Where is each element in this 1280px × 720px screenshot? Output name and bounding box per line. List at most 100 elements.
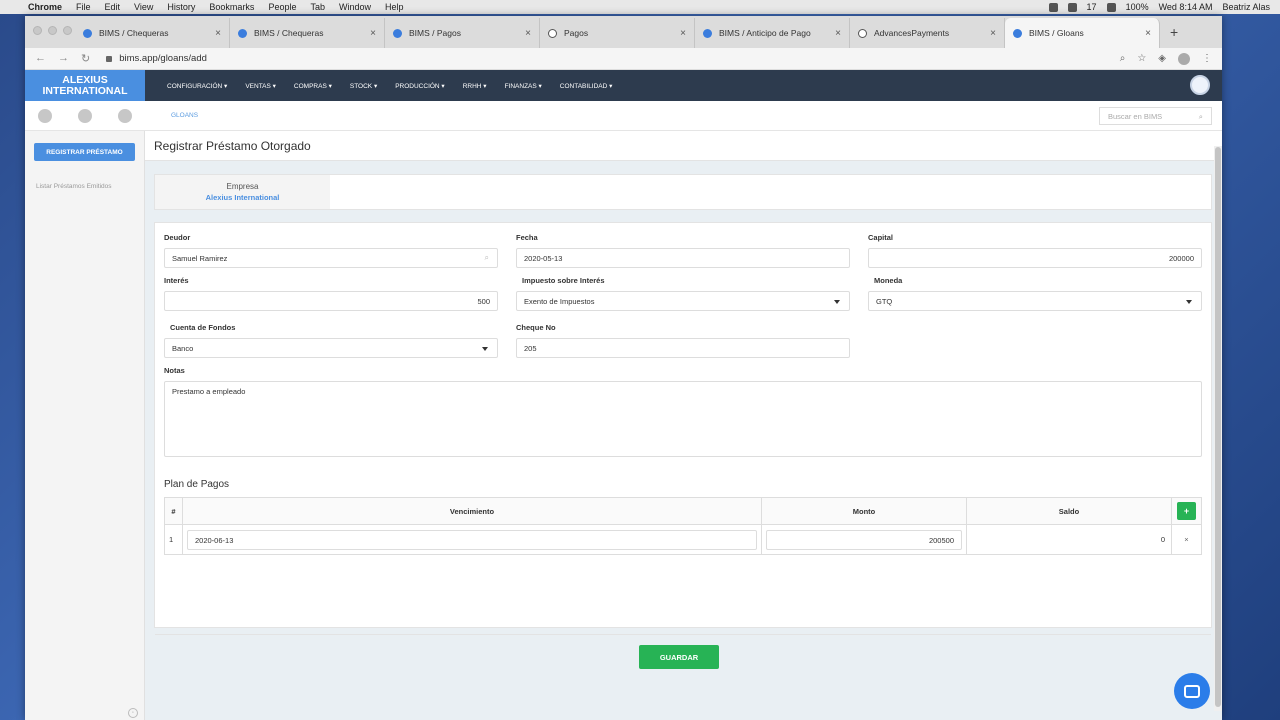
- close-tab-icon[interactable]: ×: [370, 28, 376, 39]
- reload-icon[interactable]: ↻: [81, 52, 90, 65]
- scrollbar-thumb[interactable]: [1215, 147, 1221, 707]
- moneda-select[interactable]: GTQ: [868, 291, 1202, 311]
- nav-contabilidad[interactable]: CONTABILIDAD ▾: [560, 82, 613, 90]
- browser-tab-active[interactable]: BIMS / Gloans ×: [1005, 18, 1160, 48]
- menu-chrome[interactable]: Chrome: [28, 2, 62, 12]
- menu-view[interactable]: View: [134, 2, 153, 12]
- user-avatar[interactable]: [1190, 75, 1210, 95]
- cheque-field[interactable]: 205: [516, 338, 850, 358]
- minimize-window-icon[interactable]: [48, 26, 57, 35]
- close-tab-icon[interactable]: ×: [1145, 28, 1151, 39]
- add-circle-icon[interactable]: [118, 108, 132, 123]
- table-row: 1 2020-06-13 200500 0 ×: [164, 524, 1202, 555]
- nav-stock[interactable]: STOCK ▾: [350, 82, 377, 90]
- menu-history[interactable]: History: [167, 2, 195, 12]
- menu-window[interactable]: Window: [339, 2, 371, 12]
- brand-logo[interactable]: ALEXIUS INTERNATIONAL: [25, 70, 145, 101]
- close-tab-icon[interactable]: ×: [525, 28, 531, 39]
- menu-bookmarks[interactable]: Bookmarks: [209, 2, 254, 12]
- url-field[interactable]: bims.app/gloans/add: [106, 53, 1120, 64]
- close-tab-icon[interactable]: ×: [990, 28, 996, 39]
- bims-icon: [1013, 28, 1022, 38]
- chevron-down-icon: [834, 300, 840, 304]
- address-bar: ← → ↻ bims.app/gloans/add ⌕ ☆ ◈ ⋮: [25, 48, 1222, 70]
- search-input[interactable]: Buscar en BIMS ⌕: [1099, 106, 1212, 125]
- profile-avatar[interactable]: [1178, 52, 1190, 65]
- browser-tab[interactable]: Pagos ×: [540, 18, 695, 48]
- capital-label: Capital: [868, 233, 894, 242]
- capital-field[interactable]: 200000: [868, 248, 1202, 268]
- chevron-down-icon: [482, 347, 488, 351]
- impuesto-select[interactable]: Exento de Impuestos: [516, 291, 850, 311]
- cheque-label: Cheque No: [516, 323, 556, 332]
- menu-help[interactable]: Help: [385, 2, 404, 12]
- plan-title: Plan de Pagos: [164, 479, 230, 490]
- nav-compras[interactable]: COMPRAS ▾: [294, 82, 332, 90]
- globe-icon: [858, 28, 867, 38]
- browser-tab[interactable]: AdvancesPayments ×: [850, 18, 1005, 48]
- loan-form: Deudor Samuel Ramirez ⌕ Fecha 2020-05-13 …: [154, 222, 1212, 669]
- payment-plan-table: # Vencimiento Monto Saldo + 1 2020-06-13…: [164, 497, 1202, 555]
- fecha-field[interactable]: 2020-05-13: [516, 248, 850, 268]
- browser-tab[interactable]: BIMS / Chequeras ×: [230, 18, 385, 48]
- status-icon[interactable]: [1067, 2, 1077, 12]
- bims-icon: [238, 28, 247, 38]
- browser-tab[interactable]: BIMS / Chequeras ×: [75, 18, 230, 48]
- window-controls: [33, 26, 72, 35]
- col-number: #: [164, 497, 183, 525]
- status-icon[interactable]: [1048, 2, 1058, 12]
- nav-ventas[interactable]: VENTAS ▾: [245, 82, 276, 90]
- notas-textarea[interactable]: Prestamo a empleado: [164, 381, 1202, 457]
- save-button[interactable]: GUARDAR: [639, 645, 719, 669]
- monto-input[interactable]: 200500: [766, 529, 962, 550]
- deudor-field[interactable]: Samuel Ramirez ⌕: [164, 248, 498, 268]
- user-name[interactable]: Beatriz Alas: [1222, 2, 1270, 12]
- new-tab-button[interactable]: +: [1170, 24, 1178, 40]
- bims-icon: [83, 28, 92, 38]
- cuenta-label: Cuenta de Fondos: [170, 323, 236, 332]
- clock[interactable]: Wed 8:14 AM: [1159, 2, 1213, 12]
- nav-configuracion[interactable]: CONFIGURACIÓN ▾: [167, 82, 227, 90]
- browser-tab[interactable]: BIMS / Pagos ×: [385, 18, 540, 48]
- bims-icon: [393, 28, 402, 38]
- menu-people[interactable]: People: [268, 2, 296, 12]
- home-icon[interactable]: [38, 108, 52, 123]
- kebab-menu-icon[interactable]: ⋮: [1202, 53, 1212, 64]
- zoom-icon[interactable]: ⌕: [1120, 53, 1126, 64]
- compass-icon[interactable]: [78, 108, 92, 123]
- impuesto-label: Impuesto sobre Interés: [522, 276, 605, 285]
- interes-field[interactable]: 500: [164, 291, 498, 311]
- nav-produccion[interactable]: PRODUCCIÓN ▾: [395, 82, 445, 90]
- zoom-window-icon[interactable]: [63, 26, 72, 35]
- register-loan-button[interactable]: REGISTRAR PRÉSTAMO: [34, 143, 135, 161]
- browser-tab[interactable]: BIMS / Anticipo de Pago ×: [695, 18, 850, 48]
- sidebar-link-list-loans[interactable]: Listar Préstamos Emitidos: [36, 183, 144, 190]
- extension-icon[interactable]: ◈: [1158, 53, 1166, 64]
- bookmark-star-icon[interactable]: ☆: [1137, 53, 1146, 64]
- close-tab-icon[interactable]: ×: [835, 28, 841, 39]
- wifi-icon[interactable]: [1106, 2, 1116, 12]
- sub-toolbar: GLOANS Buscar en BIMS ⌕: [25, 101, 1222, 131]
- saldo-value: 0: [966, 524, 1172, 555]
- close-window-icon[interactable]: [33, 26, 42, 35]
- forward-icon[interactable]: →: [58, 52, 69, 65]
- col-monto: Monto: [761, 497, 967, 525]
- nav-finanzas[interactable]: FINANZAS ▾: [505, 82, 542, 90]
- collapse-icon[interactable]: ◦: [128, 708, 138, 718]
- row-number: 1: [164, 524, 183, 555]
- close-tab-icon[interactable]: ×: [215, 28, 221, 39]
- scrollbar[interactable]: [1214, 146, 1222, 711]
- breadcrumb[interactable]: GLOANS: [171, 112, 1099, 119]
- remove-row-icon[interactable]: ×: [1171, 524, 1202, 555]
- nav-rrhh[interactable]: RRHH ▾: [463, 82, 487, 90]
- menu-edit[interactable]: Edit: [105, 2, 121, 12]
- menu-tab[interactable]: Tab: [310, 2, 325, 12]
- add-row-button[interactable]: +: [1177, 502, 1196, 520]
- menu-file[interactable]: File: [76, 2, 91, 12]
- vencimiento-input[interactable]: 2020-06-13: [187, 529, 757, 550]
- back-icon[interactable]: ←: [35, 52, 46, 65]
- cuenta-select[interactable]: Banco: [164, 338, 498, 358]
- chat-widget-button[interactable]: [1174, 673, 1210, 709]
- empresa-tab[interactable]: Empresa Alexius International: [155, 175, 330, 209]
- close-tab-icon[interactable]: ×: [680, 28, 686, 39]
